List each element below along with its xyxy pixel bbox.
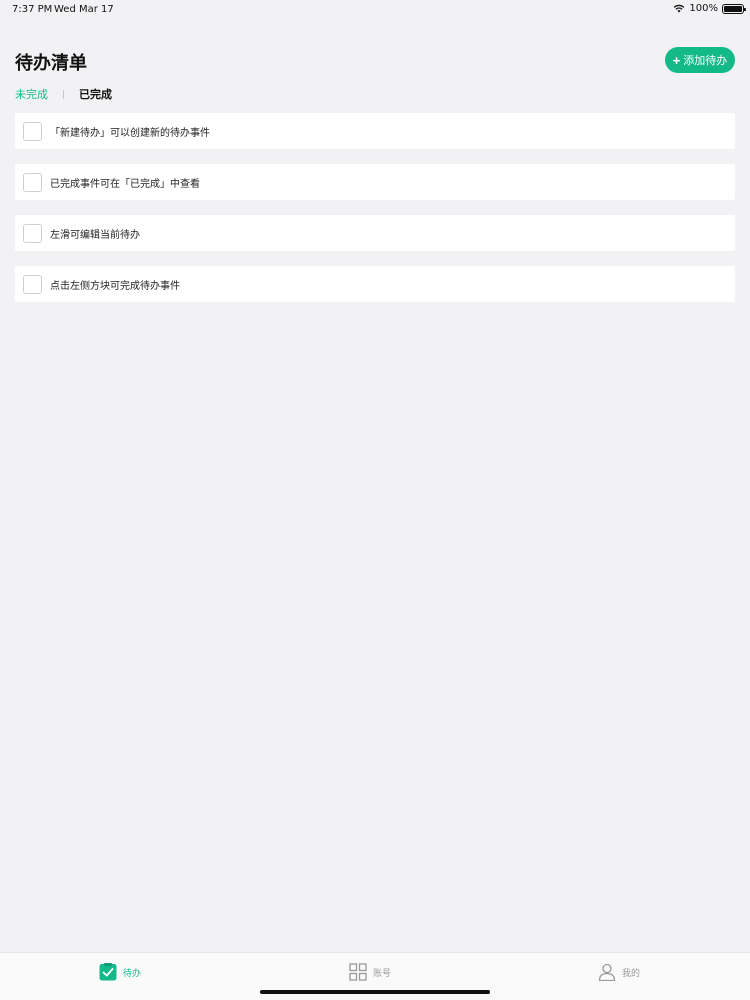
todo-checkbox[interactable] [23,121,42,141]
status-bar: 7:37 PM Wed Mar 17 100% [0,0,750,18]
todo-checkbox[interactable] [23,223,42,243]
battery-icon [722,3,746,14]
status-time: 7:37 PM [12,4,53,15]
battery-percent: 100% [689,3,718,14]
todo-text: 点击左侧方块可完成待办事件 [50,280,180,292]
todo-list: 「新建待办」可以创建新的待办事件 已完成事件可在「已完成」中查看 左滑可编辑当前… [15,113,735,317]
todo-item[interactable]: 「新建待办」可以创建新的待办事件 [15,113,735,149]
tabbar-label-todo: 待办 [123,968,142,979]
tabbar-item-mine[interactable]: 我的 [598,963,640,981]
add-todo-button[interactable]: + 添加待办 [665,47,735,73]
person-icon [598,963,616,981]
wifi-icon [674,4,685,13]
todo-text: 「新建待办」可以创建新的待办事件 [50,127,210,139]
page-title: 待办清单 [15,53,87,74]
tab-incomplete[interactable]: 未完成 [15,86,48,102]
add-todo-label: 添加待办 [683,55,728,67]
tabbar-label-account: 账号 [373,968,392,979]
status-date: Wed Mar 17 [54,4,114,15]
todo-checkbox[interactable] [23,274,42,294]
tab-completed[interactable]: 已完成 [79,86,112,102]
todo-text: 左滑可编辑当前待办 [50,229,140,241]
check-square-icon [99,963,117,981]
plus-icon: + [672,52,681,68]
status-right: 100% [673,3,746,14]
tab-divider [63,89,64,99]
grid-icon [349,963,367,981]
home-indicator [260,990,490,994]
screen: 7:37 PM Wed Mar 17 100% 待办清单 + 添加待办 未完成 … [0,0,750,1000]
tabbar-item-todo[interactable]: 待办 [99,963,141,981]
todo-checkbox[interactable] [23,172,42,192]
tabbar-item-account[interactable]: 账号 [349,963,391,981]
tabbar-label-mine: 我的 [622,968,641,979]
todo-item[interactable]: 已完成事件可在「已完成」中查看 [15,164,735,200]
todo-text: 已完成事件可在「已完成」中查看 [50,178,200,190]
status-tabs: 未完成 已完成 [15,86,112,102]
todo-item[interactable]: 左滑可编辑当前待办 [15,215,735,251]
todo-item[interactable]: 点击左侧方块可完成待办事件 [15,266,735,302]
